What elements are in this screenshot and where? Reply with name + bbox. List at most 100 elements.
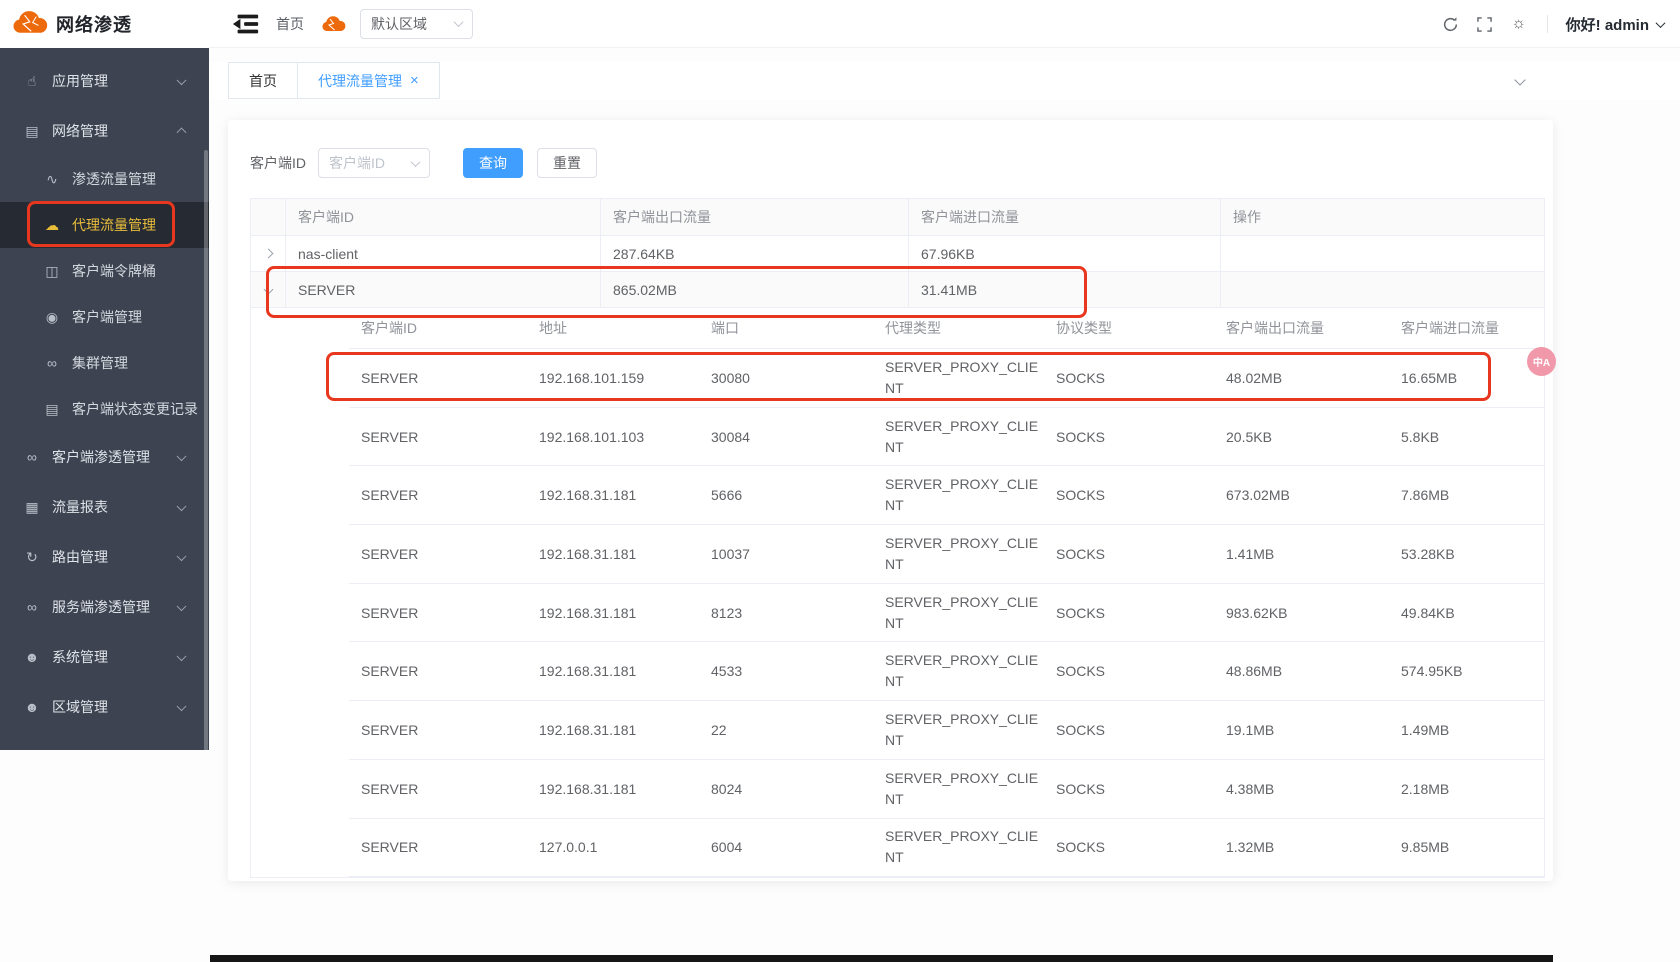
- client-id-cell: SERVER: [349, 546, 527, 562]
- sidebar-item[interactable]: ↻ 路由管理: [0, 532, 209, 582]
- user-menu[interactable]: 你好! admin: [1566, 14, 1664, 35]
- fullscreen-icon[interactable]: [1475, 14, 1495, 34]
- filter-bar: 客户端ID 客户端ID 查询 重置: [250, 120, 1545, 178]
- header-actions: ☼ 你好! admin: [1441, 0, 1664, 48]
- sidebar-item[interactable]: ∞ 集群管理: [0, 340, 209, 386]
- column-header: 操作: [1221, 199, 1544, 235]
- region-select-value: 默认区域: [371, 14, 427, 34]
- tab[interactable]: 首页: [228, 62, 298, 99]
- system-management-icon: ☻: [24, 649, 40, 665]
- tab-close-icon[interactable]: ×: [410, 73, 419, 88]
- region-cloud-icon: [320, 15, 346, 33]
- port-cell: 5666: [699, 487, 873, 503]
- refresh-icon[interactable]: [1441, 14, 1461, 34]
- sidebar-item[interactable]: ☻ 区域管理: [0, 682, 209, 732]
- chevron-down-icon: [1656, 18, 1666, 28]
- chevron-icon: [177, 501, 187, 511]
- sidebar-item-label: 路由管理: [52, 547, 108, 567]
- bottom-scrollbar[interactable]: [210, 955, 1553, 962]
- tab-label: 代理流量管理: [318, 71, 402, 91]
- proxy-row: SERVER 192.168.31.181 5666 SERVER_PROXY_…: [349, 466, 1544, 525]
- column-header: 客户端进口流量: [909, 199, 1221, 235]
- address-cell: 192.168.31.181: [527, 722, 699, 738]
- proxy-traffic-icon: ☁: [44, 217, 60, 234]
- protocol-cell: SOCKS: [1044, 370, 1214, 386]
- sidebar-item[interactable]: ◫ 客户端令牌桶: [0, 248, 209, 294]
- client-id-cell: SERVER: [349, 429, 527, 445]
- address-cell: 192.168.31.181: [527, 781, 699, 797]
- address-cell: 192.168.31.181: [527, 605, 699, 621]
- proxy-row: SERVER 192.168.31.181 8123 SERVER_PROXY_…: [349, 584, 1544, 643]
- client-id-cell: SERVER: [349, 781, 527, 797]
- in-traffic-cell: 7.86MB: [1389, 487, 1544, 503]
- sidebar-item[interactable]: ◉ 客户端管理: [0, 294, 209, 340]
- protocol-cell: SOCKS: [1044, 605, 1214, 621]
- in-traffic-cell: 16.65MB: [1389, 370, 1544, 386]
- tab[interactable]: 代理流量管理 ×: [298, 62, 440, 99]
- in-traffic-cell: 49.84KB: [1389, 605, 1544, 621]
- translate-badge[interactable]: 中A: [1527, 347, 1556, 376]
- in-traffic-cell: 53.28KB: [1389, 546, 1544, 562]
- sidebar-item[interactable]: ☝ 应用管理: [0, 56, 209, 106]
- sidebar-item[interactable]: ▦ 流量报表: [0, 482, 209, 532]
- client-row[interactable]: SERVER 865.02MB 31.41MB: [251, 272, 1544, 308]
- network-management-icon: ▤: [24, 123, 40, 140]
- proxy-type-cell: SERVER_PROXY_CLIENT: [873, 416, 1044, 458]
- top-header: 首页 默认区域 ☼: [209, 0, 1680, 48]
- client-id-placeholder: 客户端ID: [329, 153, 385, 173]
- proxy-type-cell: SERVER_PROXY_CLIENT: [873, 650, 1044, 692]
- client-id-cell: SERVER: [349, 370, 527, 386]
- sidebar-item[interactable]: ∞ 客户端渗透管理: [0, 432, 209, 482]
- expand-arrow-icon[interactable]: [263, 285, 273, 295]
- sidebar-item[interactable]: ☁ 代理流量管理: [0, 202, 209, 248]
- sidebar-item-label: 服务端渗透管理: [52, 597, 150, 617]
- penetration-traffic-icon: ∿: [44, 171, 60, 188]
- address-cell: 127.0.0.1: [527, 839, 699, 855]
- sidebar-item[interactable]: ∿ 渗透流量管理: [0, 156, 209, 202]
- column-header: 客户端出口流量: [1214, 318, 1389, 338]
- expand-arrow-icon[interactable]: [263, 249, 273, 259]
- expanded-proxy-table: 客户端ID 地址 端口 代理类型 协议类型 客户端出口流量 客户端进口流量 SE…: [349, 308, 1544, 877]
- client-row[interactable]: nas-client 287.64KB 67.96KB: [251, 236, 1544, 272]
- out-traffic-cell: 48.02MB: [1214, 370, 1389, 386]
- in-traffic-cell: 2.18MB: [1389, 781, 1544, 797]
- in-traffic-cell: 5.8KB: [1389, 429, 1544, 445]
- client-id-cell: SERVER: [349, 605, 527, 621]
- column-header: 客户端ID: [286, 199, 601, 235]
- sidebar-item[interactable]: ▤ 客户端状态变更记录: [0, 386, 209, 432]
- theme-sun-icon[interactable]: ☼: [1509, 14, 1529, 34]
- traffic-report-icon: ▦: [24, 499, 40, 516]
- port-cell: 8024: [699, 781, 873, 797]
- sidebar-scrollbar[interactable]: [204, 150, 208, 750]
- protocol-cell: SOCKS: [1044, 429, 1214, 445]
- header-divider: [1547, 15, 1548, 33]
- column-header: 客户端出口流量: [601, 199, 909, 235]
- sidebar-collapse-icon[interactable]: [232, 12, 262, 36]
- column-header: 端口: [699, 318, 873, 338]
- region-select[interactable]: 默认区域: [360, 9, 473, 39]
- sidebar-item-label: 流量报表: [52, 497, 108, 517]
- sidebar-item-label: 代理流量管理: [72, 215, 156, 235]
- proxy-type-cell: SERVER_PROXY_CLIENT: [873, 533, 1044, 575]
- sidebar-item-label: 系统管理: [52, 647, 108, 667]
- sidebar-item[interactable]: ☻ 系统管理: [0, 632, 209, 682]
- query-button[interactable]: 查询: [463, 148, 523, 178]
- sidebar-item-label: 网络管理: [52, 121, 108, 141]
- sidebar-item[interactable]: ▤ 网络管理: [0, 106, 209, 156]
- tab-overflow-chevron-icon[interactable]: [1514, 74, 1525, 85]
- in-traffic-cell: 1.49MB: [1389, 722, 1544, 738]
- client-id-cell: SERVER: [286, 272, 601, 307]
- column-header: 客户端ID: [349, 318, 527, 338]
- client-id-select[interactable]: 客户端ID: [318, 148, 430, 178]
- port-cell: 30080: [699, 370, 873, 386]
- address-cell: 192.168.101.159: [527, 370, 699, 386]
- port-cell: 4533: [699, 663, 873, 679]
- client-id-cell: nas-client: [286, 236, 601, 271]
- out-traffic-cell: 1.41MB: [1214, 546, 1389, 562]
- breadcrumb[interactable]: 首页: [276, 14, 304, 34]
- sidebar-item[interactable]: ∞ 服务端渗透管理: [0, 582, 209, 632]
- reset-button[interactable]: 重置: [537, 148, 597, 178]
- column-header: 代理类型: [873, 318, 1044, 338]
- out-traffic-cell: 48.86MB: [1214, 663, 1389, 679]
- actions-cell: [1221, 272, 1544, 307]
